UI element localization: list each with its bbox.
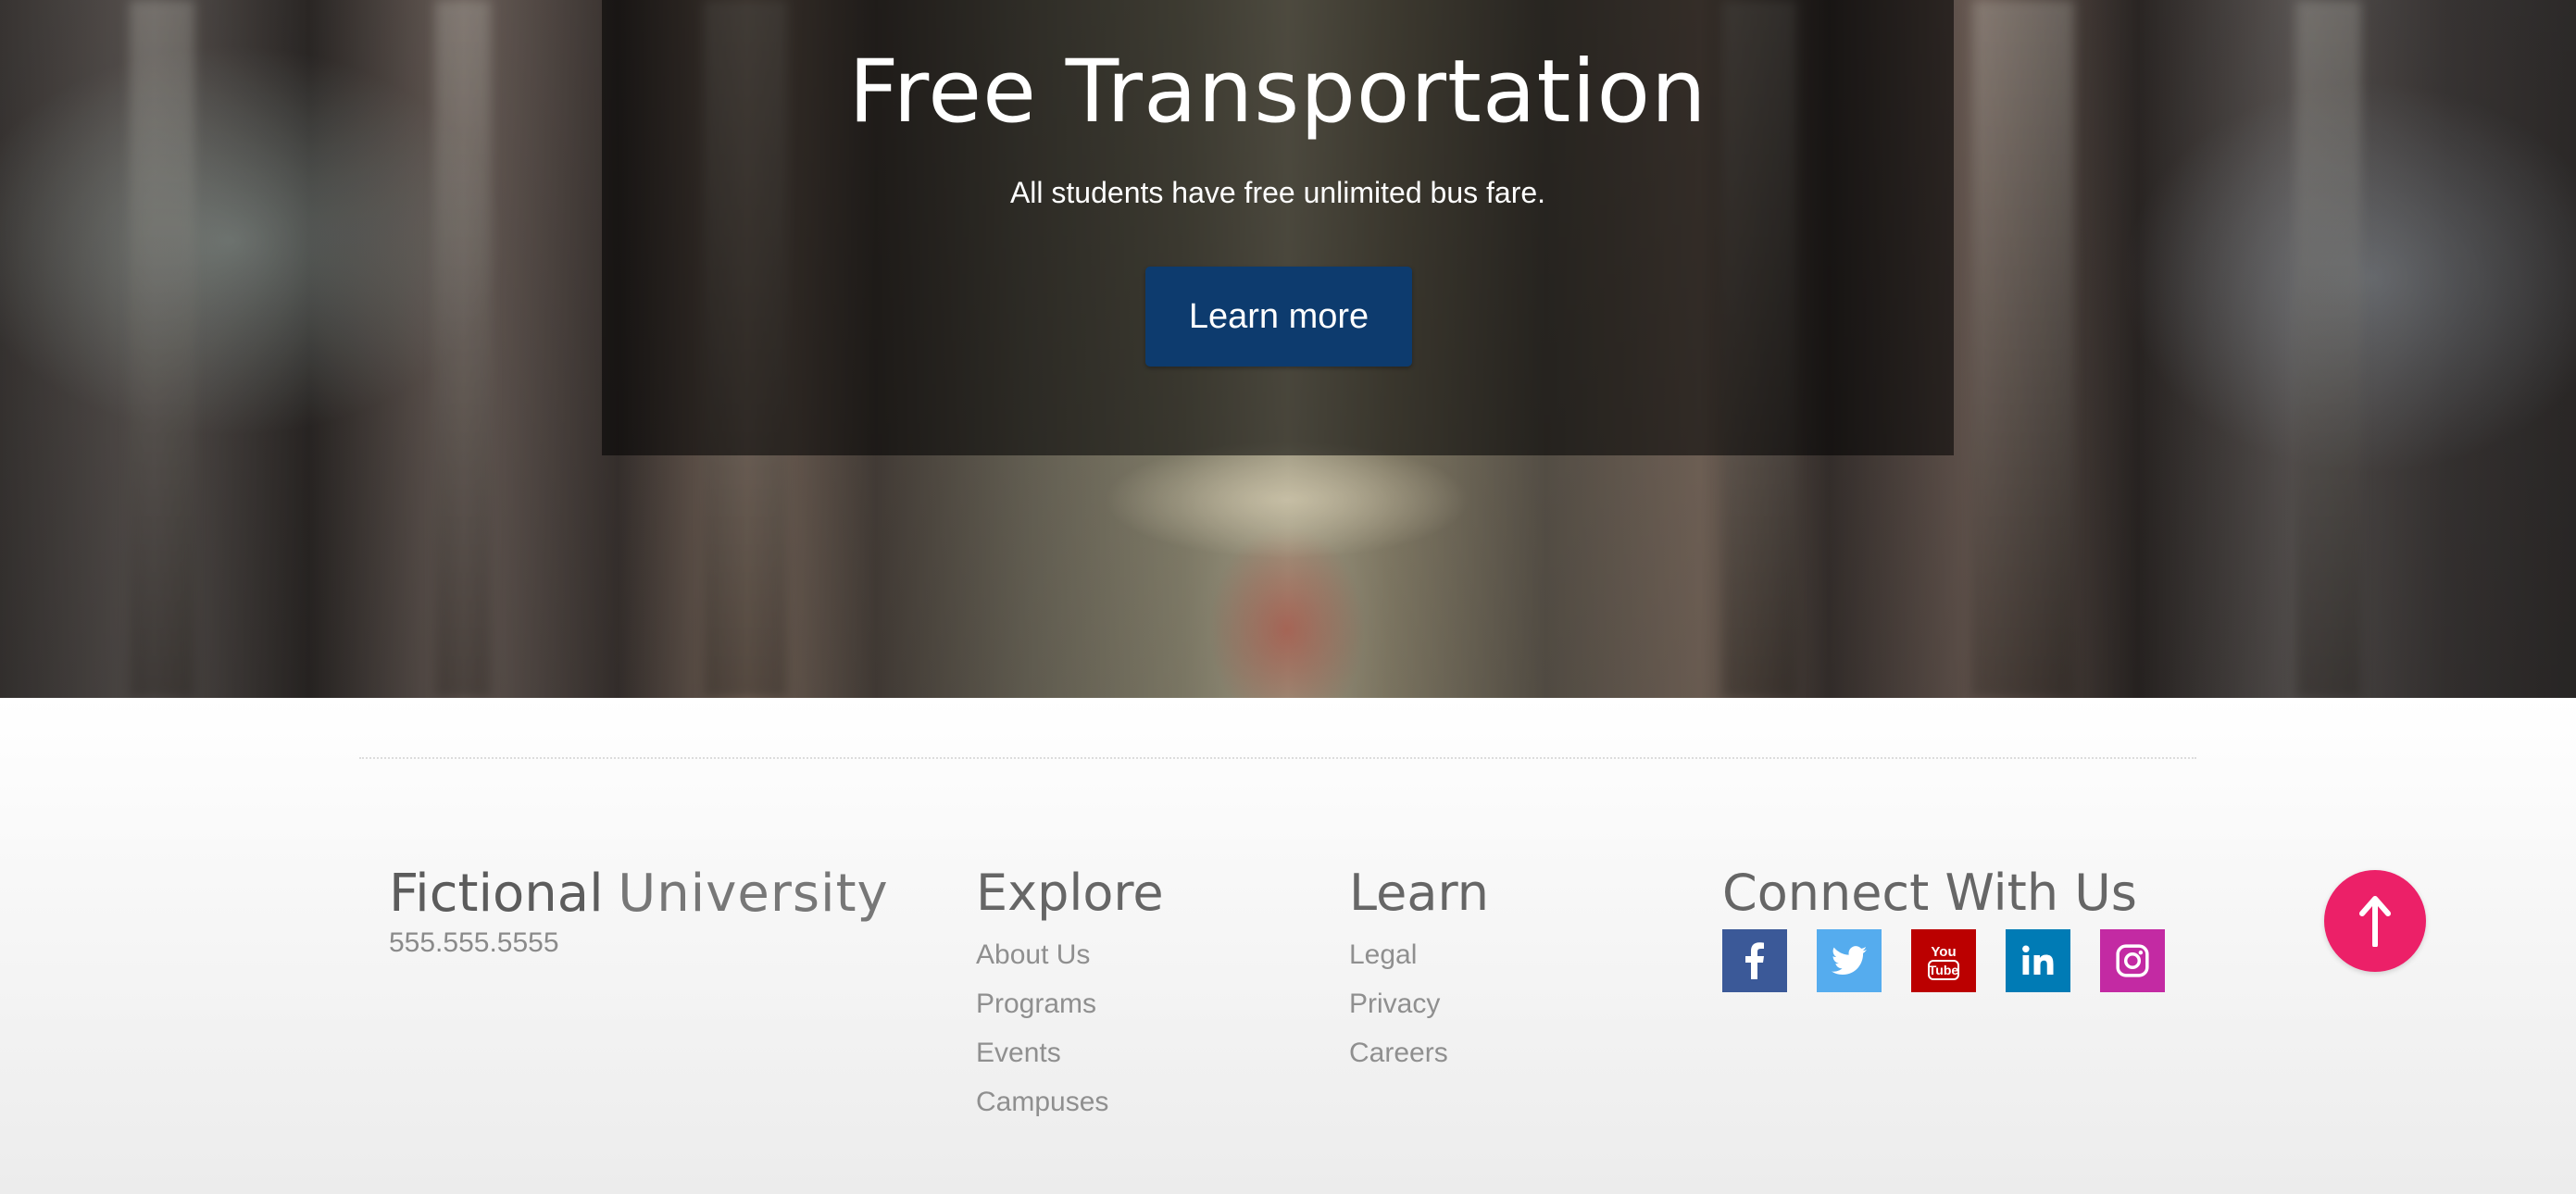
social-links: You Tube	[1722, 929, 2165, 992]
hero-panel: Free Transportation All students have fr…	[602, 0, 1954, 455]
brand-name-bold: Fictional	[389, 864, 604, 924]
learn-link-item: Privacy	[1349, 984, 1448, 1033]
programs-link[interactable]: Programs	[976, 989, 1096, 1019]
learn-heading: Learn	[1349, 864, 1489, 922]
footer-phone[interactable]: 555.555.5555	[389, 927, 559, 959]
careers-link[interactable]: Careers	[1349, 1038, 1448, 1068]
explore-link-item: Programs	[976, 984, 1108, 1033]
brand-name-light: University	[618, 864, 889, 924]
legal-link[interactable]: Legal	[1349, 939, 1417, 970]
privacy-link[interactable]: Privacy	[1349, 989, 1440, 1019]
twitter-icon	[1832, 946, 1867, 976]
facebook-link[interactable]	[1722, 929, 1787, 992]
explore-link-item: Campuses	[976, 1082, 1108, 1131]
arrow-up-icon	[2359, 896, 2391, 947]
about-us-link[interactable]: About Us	[976, 939, 1090, 970]
instagram-icon	[2116, 944, 2149, 977]
explore-links: About Us Programs Events Campuses	[976, 935, 1108, 1131]
svg-text:You: You	[1931, 944, 1956, 960]
learn-more-button[interactable]: Learn more	[1145, 267, 1412, 367]
connect-heading: Connect With Us	[1722, 864, 2137, 922]
linkedin-link[interactable]	[2006, 929, 2070, 992]
facebook-icon	[1745, 942, 1764, 979]
youtube-link[interactable]: You Tube	[1911, 929, 1976, 992]
instagram-link[interactable]	[2100, 929, 2165, 992]
explore-link-item: About Us	[976, 935, 1108, 984]
footer-brand[interactable]: Fictional University	[389, 861, 889, 927]
learn-link-item: Legal	[1349, 935, 1448, 984]
hero-subtitle: All students have free unlimited bus far…	[1009, 176, 1546, 209]
site-footer: Fictional University 555.555.5555 Explor…	[0, 698, 2576, 1194]
back-to-top-button[interactable]	[2324, 870, 2426, 972]
hero-title: Free Transportation	[848, 42, 1707, 143]
linkedin-icon	[2022, 945, 2054, 975]
youtube-icon: You Tube	[1928, 944, 1959, 980]
twitter-link[interactable]	[1817, 929, 1882, 992]
hero-banner: Free Transportation All students have fr…	[0, 0, 2576, 698]
svg-text:Tube: Tube	[1929, 963, 1959, 977]
events-link[interactable]: Events	[976, 1038, 1061, 1068]
footer-divider	[359, 757, 2196, 759]
learn-links: Legal Privacy Careers	[1349, 935, 1448, 1082]
explore-link-item: Events	[976, 1033, 1108, 1082]
campuses-link[interactable]: Campuses	[976, 1087, 1108, 1117]
learn-link-item: Careers	[1349, 1033, 1448, 1082]
explore-heading: Explore	[976, 864, 1164, 922]
